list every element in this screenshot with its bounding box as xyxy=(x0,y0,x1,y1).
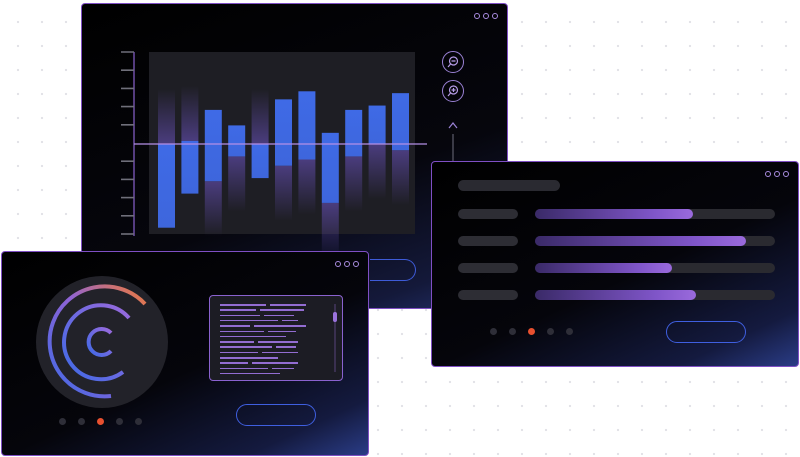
pager xyxy=(490,328,573,335)
text-line-placeholder xyxy=(220,346,272,348)
pager-dot[interactable] xyxy=(547,328,554,335)
bar-glow xyxy=(181,85,199,141)
text-line-placeholder xyxy=(264,314,294,317)
text-line-placeholder xyxy=(262,351,298,354)
text-line-placeholder xyxy=(268,330,296,332)
pager xyxy=(59,418,142,425)
text-line-placeholder xyxy=(220,341,254,343)
progress-fill xyxy=(535,236,747,246)
text-line-placeholder xyxy=(220,330,264,332)
bar-glow xyxy=(298,159,316,215)
zoom-in-button[interactable] xyxy=(442,80,464,102)
window-menu-dots[interactable] xyxy=(765,171,789,177)
chart-bar xyxy=(251,144,269,179)
zoom-in-icon xyxy=(447,85,459,97)
text-line-placeholder xyxy=(254,325,306,327)
menu-dot xyxy=(344,261,350,267)
chart-bar xyxy=(321,132,339,203)
text-panel xyxy=(209,295,343,381)
chart-bar xyxy=(204,109,222,182)
progress-track xyxy=(535,236,775,246)
text-line-placeholder xyxy=(220,304,266,306)
bar-glow xyxy=(158,89,175,144)
pager-dot[interactable] xyxy=(78,418,85,425)
bar-glow xyxy=(251,89,269,144)
y-axis xyxy=(121,51,135,236)
pager-dot[interactable] xyxy=(116,418,123,425)
progress-track xyxy=(535,209,775,219)
text-line-placeholder xyxy=(220,319,278,322)
gauge-disc xyxy=(36,276,168,408)
text-line-placeholder xyxy=(270,304,306,306)
pager-dot[interactable] xyxy=(509,328,516,335)
text-line-placeholder xyxy=(220,314,260,317)
text-line-placeholder xyxy=(220,325,250,327)
primary-button[interactable] xyxy=(236,404,316,426)
text-line-placeholder xyxy=(220,372,280,375)
gauge-window xyxy=(1,251,369,456)
bar-glow xyxy=(275,165,292,221)
menu-dot xyxy=(783,171,789,177)
progress-fill xyxy=(535,263,672,273)
radial-gauge xyxy=(36,276,168,408)
zoom-out-button[interactable] xyxy=(442,51,464,73)
row-label-placeholder xyxy=(458,263,518,273)
menu-dot xyxy=(353,261,359,267)
pager-dot-active[interactable] xyxy=(97,418,104,425)
row-label-placeholder xyxy=(458,236,518,246)
title-placeholder xyxy=(458,180,560,191)
chart-bar xyxy=(158,144,175,228)
pager-dot[interactable] xyxy=(566,328,573,335)
progress-window xyxy=(431,161,799,367)
menu-dot xyxy=(765,171,771,177)
bar-glow xyxy=(204,181,222,237)
text-line-placeholder xyxy=(220,351,258,354)
scroll-up-icon[interactable] xyxy=(448,122,458,129)
chart-bar xyxy=(181,140,199,194)
row-label-placeholder xyxy=(458,290,518,300)
text-line-placeholder xyxy=(220,367,268,370)
text-line-placeholder xyxy=(258,341,298,343)
text-line-placeholder xyxy=(282,319,298,322)
text-line-placeholder xyxy=(276,346,296,348)
pager-dot[interactable] xyxy=(135,418,142,425)
pager-dot[interactable] xyxy=(490,328,497,335)
panel-scroll-thumb[interactable] xyxy=(333,312,337,322)
zoom-out-icon xyxy=(447,56,459,68)
chart-bar xyxy=(368,105,386,144)
text-line-placeholder xyxy=(220,335,286,338)
row-label-placeholder xyxy=(458,209,518,219)
progress-track xyxy=(535,290,775,300)
chart-bar xyxy=(275,99,292,166)
text-line-placeholder xyxy=(272,367,294,370)
progress-fill xyxy=(535,290,696,300)
text-line-placeholder xyxy=(220,357,278,359)
bar-glow xyxy=(368,144,386,199)
primary-button[interactable] xyxy=(666,321,746,343)
chart-bar xyxy=(345,109,363,157)
text-line-placeholder xyxy=(220,362,248,364)
bar-glow xyxy=(345,156,363,212)
progress-track xyxy=(535,263,775,273)
chart-bar xyxy=(298,91,316,160)
chart-bar xyxy=(392,93,409,151)
chart-action-button[interactable] xyxy=(370,259,416,281)
pager-dot-active[interactable] xyxy=(528,328,535,335)
progress-fill xyxy=(535,209,694,219)
menu-dot xyxy=(335,261,341,267)
bar-glow xyxy=(228,156,246,212)
bar-glow xyxy=(321,202,339,258)
window-menu-dots[interactable] xyxy=(335,261,359,267)
chart-bar xyxy=(228,125,246,157)
text-line-placeholder xyxy=(260,309,304,311)
text-line-placeholder xyxy=(252,362,298,364)
pager-dot[interactable] xyxy=(59,418,66,425)
text-line-placeholder xyxy=(220,309,256,311)
menu-dot xyxy=(774,171,780,177)
bar-glow xyxy=(392,150,409,206)
